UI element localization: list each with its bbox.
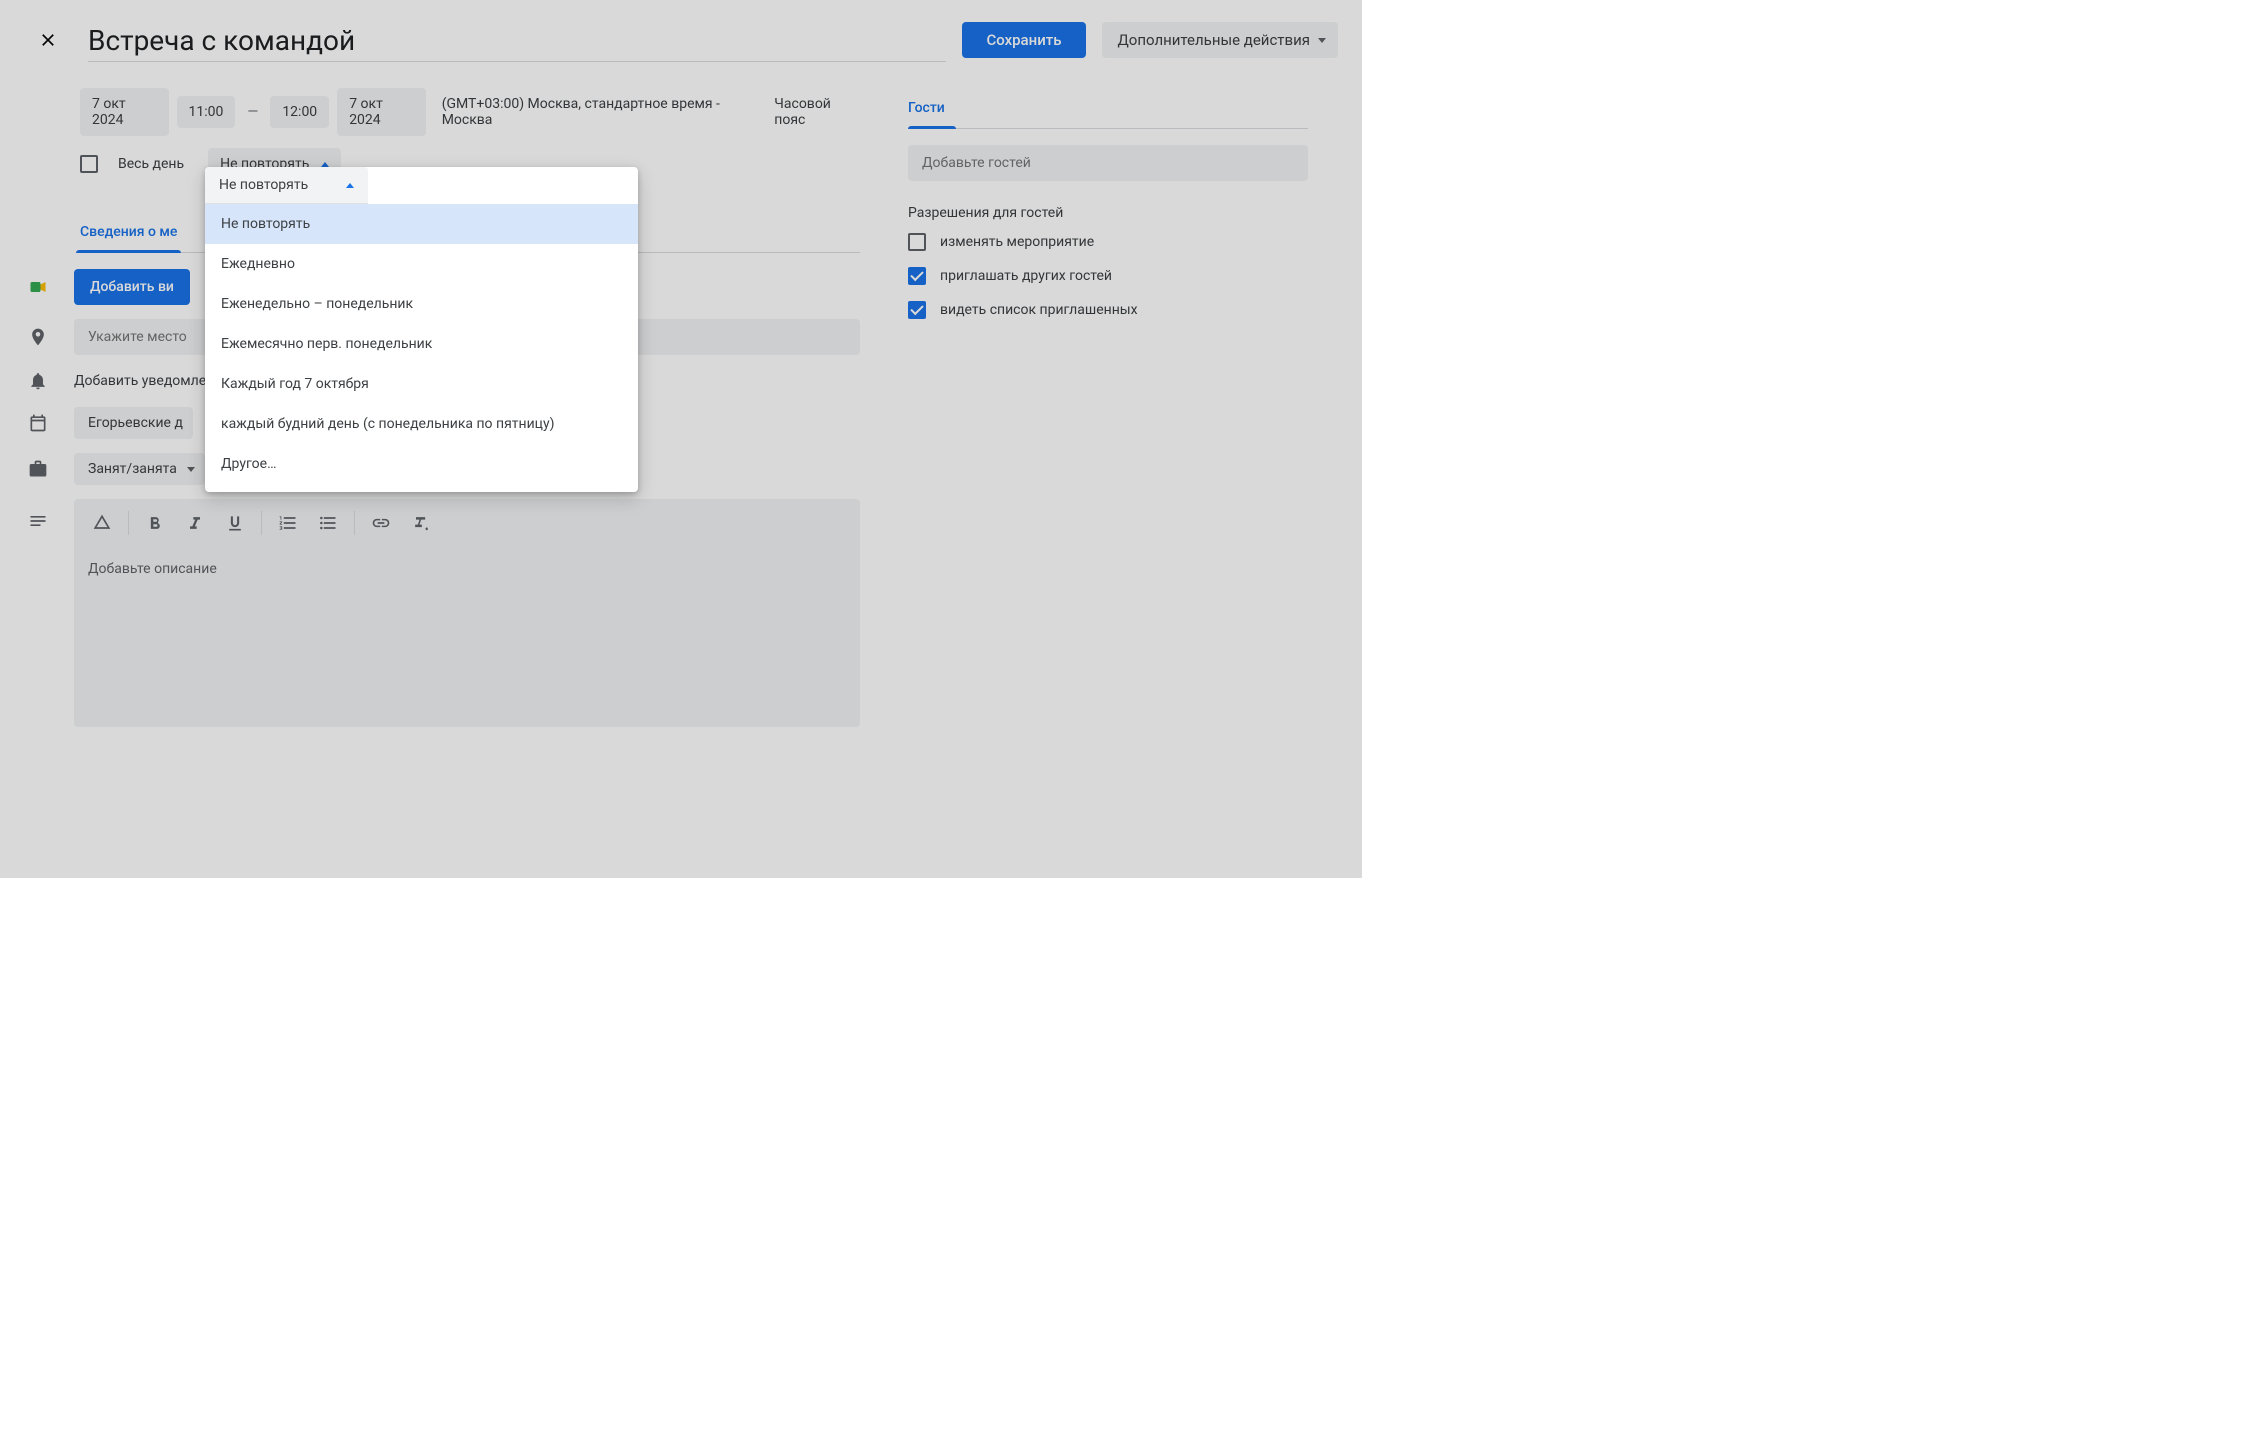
description-toolbar: [74, 499, 860, 547]
timezone-text: (GMT+03:00) Москва, стандартное время - …: [442, 96, 755, 128]
location-icon: [26, 325, 50, 349]
repeat-option-daily[interactable]: Ежедневно: [205, 244, 638, 284]
toolbar-separator: [354, 511, 355, 535]
guests-tab[interactable]: Гости: [908, 88, 1308, 129]
clear-formatting-button[interactable]: [403, 505, 439, 541]
perm-invite-checkbox[interactable]: [908, 267, 926, 285]
repeat-dropdown: Не повторять Не повторять Ежедневно Ежен…: [205, 167, 638, 492]
time-dash: —: [243, 104, 262, 120]
start-time-chip[interactable]: 11:00: [177, 96, 236, 128]
chevron-up-icon: [346, 183, 354, 188]
description-textarea[interactable]: Добавьте описание: [74, 547, 860, 727]
bullet-list-button[interactable]: [310, 505, 346, 541]
toolbar-separator: [128, 511, 129, 535]
perm-seelist-label: видеть список приглашенных: [940, 302, 1138, 318]
close-icon: [38, 30, 58, 50]
allday-checkbox[interactable]: [80, 155, 98, 173]
toolbar-separator: [261, 511, 262, 535]
attach-drive-button[interactable]: [84, 505, 120, 541]
numbered-list-button[interactable]: [270, 505, 306, 541]
link-button[interactable]: [363, 505, 399, 541]
chevron-down-icon: [187, 467, 195, 472]
repeat-trigger-label: Не повторять: [219, 177, 308, 193]
description-icon: [26, 509, 50, 533]
calendar-select[interactable]: Егорьевские д: [74, 407, 193, 439]
start-date-chip[interactable]: 7 окт 2024: [80, 88, 169, 136]
repeat-dropdown-trigger[interactable]: Не повторять: [205, 167, 368, 204]
repeat-option-none[interactable]: Не повторять: [205, 204, 638, 244]
save-button[interactable]: Сохранить: [962, 22, 1085, 58]
perm-modify-checkbox[interactable]: [908, 233, 926, 251]
repeat-option-yearly[interactable]: Каждый год 7 октября: [205, 364, 638, 404]
add-video-conference-button[interactable]: Добавить ви: [74, 269, 190, 305]
notification-icon: [26, 369, 50, 393]
perm-seelist-checkbox[interactable]: [908, 301, 926, 319]
allday-label: Весь день: [118, 156, 184, 172]
meet-icon: [26, 275, 50, 299]
event-title-input[interactable]: [88, 18, 946, 62]
add-guests-input[interactable]: [908, 145, 1308, 181]
perm-modify-label: изменять мероприятие: [940, 234, 1094, 250]
guest-permissions-title: Разрешения для гостей: [908, 205, 1308, 221]
chevron-up-icon: [321, 162, 329, 167]
end-time-chip[interactable]: 12:00: [270, 96, 329, 128]
bold-button[interactable]: [137, 505, 173, 541]
briefcase-icon: [26, 457, 50, 481]
close-button[interactable]: [24, 16, 72, 64]
repeat-option-monthly[interactable]: Ежемесячно перв. понедельник: [205, 324, 638, 364]
availability-select[interactable]: Занят/занята: [74, 453, 205, 485]
calendar-icon: [26, 411, 50, 435]
end-date-chip[interactable]: 7 окт 2024: [337, 88, 426, 136]
perm-invite-label: приглашать других гостей: [940, 268, 1112, 284]
repeat-option-weekdays[interactable]: каждый будний день (с понедельника по пя…: [205, 404, 638, 444]
more-actions-label: Дополнительные действия: [1118, 31, 1310, 49]
more-actions-button[interactable]: Дополнительные действия: [1102, 22, 1338, 58]
repeat-option-weekly[interactable]: Еженедельно – понедельник: [205, 284, 638, 324]
availability-label: Занят/занята: [88, 461, 177, 477]
tab-event-details[interactable]: Сведения о ме: [80, 212, 177, 252]
repeat-option-custom[interactable]: Другое…: [205, 444, 638, 484]
chevron-down-icon: [1318, 38, 1326, 43]
underline-button[interactable]: [217, 505, 253, 541]
italic-button[interactable]: [177, 505, 213, 541]
timezone-link[interactable]: Часовой пояс: [774, 96, 860, 128]
calendar-select-label: Егорьевские д: [88, 415, 183, 431]
